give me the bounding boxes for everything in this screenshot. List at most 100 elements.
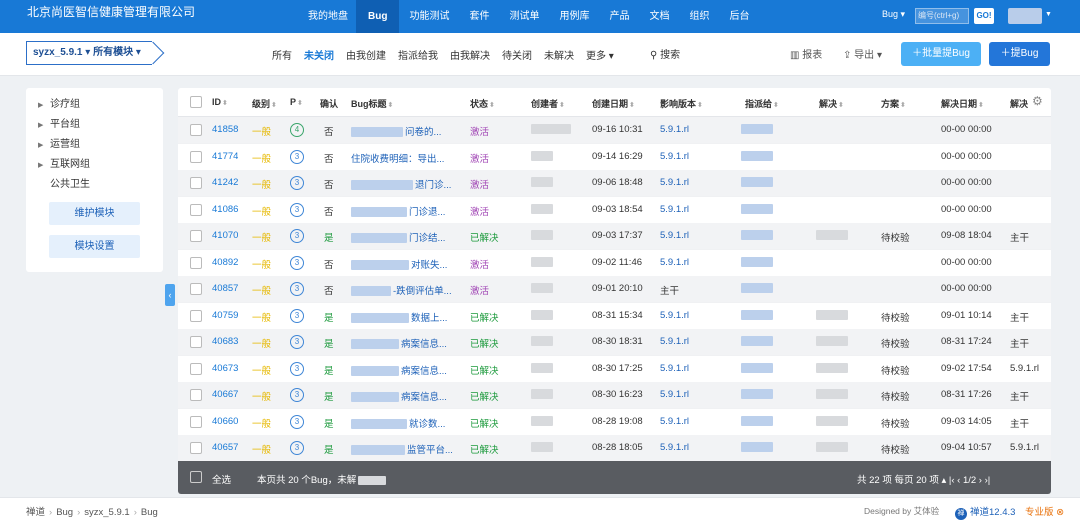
affected-version[interactable]: 5.9.1.rl (660, 151, 689, 162)
chevron-down-icon[interactable]: ▼ (1045, 11, 1052, 18)
assignee[interactable] (741, 415, 773, 427)
bug-id-link[interactable]: 40759 (212, 310, 238, 321)
assignee[interactable] (741, 150, 773, 162)
nav-item-4[interactable]: 测试单 (499, 0, 549, 33)
bug-title-link[interactable]: 病案信息... (351, 389, 457, 403)
select-all-label[interactable]: 全选 (212, 472, 231, 486)
breadcrumb-item[interactable]: Bug (56, 507, 73, 518)
bug-title-link[interactable]: 门诊结... (351, 230, 457, 244)
affected-version[interactable]: 5.9.1.rl (660, 177, 689, 188)
column-header-6[interactable]: 创建者⬍ (531, 97, 565, 110)
row-checkbox[interactable] (190, 203, 202, 216)
nav-item-9[interactable]: 后台 (719, 0, 759, 33)
assignee[interactable] (741, 124, 773, 135)
row-checkbox[interactable] (190, 177, 202, 189)
table-row[interactable]: 40683 一般 3 是 病案信息... 已解决 08-30 18:31 5.9.1.rl 待校… (178, 329, 1051, 356)
zentao-version[interactable]: 禅禅道12.4.3 (955, 504, 1015, 520)
filter-tab-0[interactable]: 所有 (272, 47, 292, 62)
filter-tab-2[interactable]: 由我创建 (346, 47, 386, 62)
search-button[interactable]: ⚲ 搜索 (650, 46, 680, 61)
column-header-1[interactable]: 级别⬍ (252, 97, 277, 110)
bug-title-link[interactable]: 问卷的... (351, 124, 457, 138)
affected-version[interactable]: 5.9.1.rl (660, 363, 689, 374)
table-row[interactable]: 40892 一般 3 否 对账失... 激活 09-02 11:46 5.9.1.rl 00-0… (178, 250, 1051, 277)
filter-tab-7[interactable]: 更多 ▾ (586, 47, 614, 62)
row-checkbox[interactable] (190, 336, 202, 348)
table-row[interactable]: 40759 一般 3 是 数据上... 已解决 08-31 15:34 5.9.1.rl 待校验… (178, 303, 1051, 330)
column-header-3[interactable]: 确认 (320, 97, 338, 110)
module-item[interactable]: ▶ 互联网组 (38, 158, 90, 178)
bug-title-link[interactable]: 住院收费明细：导出... (351, 151, 457, 165)
row-checkbox[interactable] (190, 362, 202, 375)
affected-version[interactable]: 5.9.1.rl (660, 442, 689, 453)
user-avatar[interactable] (1008, 8, 1042, 24)
table-row[interactable]: 41070 一般 3 是 门诊结... 已解决 09-03 17:37 5.9.1.rl 待校验… (178, 223, 1051, 250)
nav-item-5[interactable]: 用例库 (549, 0, 599, 33)
assignee[interactable] (741, 309, 773, 321)
bug-title-link[interactable]: 就诊数... (351, 416, 457, 430)
assignee[interactable] (741, 203, 773, 215)
export-button[interactable]: ⇪ 导出 ▾ (843, 46, 882, 61)
module-item[interactable]: 公共卫生 (38, 178, 90, 198)
maintain-module-button[interactable]: 维护模块 (49, 202, 140, 225)
row-checkbox[interactable] (190, 230, 202, 242)
column-header-0[interactable]: ID⬍ (212, 97, 228, 107)
bug-id-link[interactable]: 40892 (212, 257, 238, 268)
breadcrumb-item[interactable]: 禅道 (26, 507, 45, 518)
affected-version[interactable]: 5.9.1.rl (660, 416, 689, 427)
batch-add-bug-button[interactable]: ＋批量提Bug (901, 42, 981, 66)
table-row[interactable]: 40667 一般 3 是 病案信息... 已解决 08-30 16:23 5.9.1.rl 待校… (178, 382, 1051, 409)
add-bug-button[interactable]: ＋提Bug (989, 42, 1050, 66)
assignee[interactable] (741, 256, 773, 268)
affected-version[interactable]: 5.9.1.rl (660, 257, 689, 268)
row-checkbox[interactable] (190, 150, 202, 163)
table-row[interactable]: 40857 一般 3 否 -跌倒评估单... 激活 09-01 20:10 主干 00-00 0… (178, 276, 1051, 303)
search-type-select[interactable]: Bug ▾ (882, 9, 905, 24)
affected-version[interactable]: 5.9.1.rl (660, 230, 689, 241)
nav-item-2[interactable]: 功能测试 (399, 0, 459, 33)
bug-id-link[interactable]: 40683 (212, 336, 238, 347)
bug-id-link[interactable]: 40657 (212, 442, 238, 453)
module-item[interactable]: ▶ 诊疗组 (38, 98, 90, 118)
column-header-10[interactable]: 解决⬍ (819, 97, 844, 110)
select-all-checkbox-header[interactable] (190, 96, 202, 108)
affected-version[interactable]: 主干 (660, 283, 679, 297)
bug-title-link[interactable]: 退门诊... (351, 177, 457, 191)
filter-tab-6[interactable]: 未解决 (544, 47, 574, 62)
column-header-13[interactable]: 解决 (1010, 97, 1028, 110)
assignee[interactable] (741, 336, 773, 347)
affected-version[interactable]: 5.9.1.rl (660, 389, 689, 400)
nav-item-7[interactable]: 文档 (639, 0, 679, 33)
assignee[interactable] (741, 362, 773, 374)
row-checkbox[interactable] (190, 124, 202, 136)
affected-version[interactable]: 5.9.1.rl (660, 124, 689, 135)
edition-badge[interactable]: 专业版 ⊗ (1025, 504, 1064, 518)
gear-icon[interactable]: ⚙ (1032, 94, 1043, 108)
bug-id-link[interactable]: 40660 (212, 416, 238, 427)
breadcrumb-item[interactable]: syzx_5.9.1 (84, 507, 129, 518)
assignee[interactable] (741, 230, 773, 241)
row-checkbox[interactable] (190, 256, 202, 269)
breadcrumb-item[interactable]: Bug (141, 507, 158, 518)
affected-version[interactable]: 5.9.1.rl (660, 336, 689, 347)
bug-id-link[interactable]: 40667 (212, 389, 238, 400)
module-item[interactable]: ▶ 运营组 (38, 138, 90, 158)
go-button[interactable]: GO! (974, 8, 994, 24)
row-checkbox[interactable] (190, 415, 202, 428)
row-checkbox[interactable] (190, 442, 202, 454)
affected-version[interactable]: 5.9.1.rl (660, 310, 689, 321)
column-header-5[interactable]: 状态⬍ (470, 97, 495, 110)
assignee[interactable] (741, 389, 773, 400)
bug-id-link[interactable]: 40673 (212, 363, 238, 374)
pagination[interactable]: 共 22 项 每页 20 项 ▴ |‹ ‹ 1/2 › ›| (857, 472, 990, 486)
module-settings-button[interactable]: 模块设置 (49, 235, 140, 258)
collapse-sidebar-handle[interactable]: ‹ (165, 284, 175, 306)
bug-id-link[interactable]: 41086 (212, 204, 238, 215)
column-header-12[interactable]: 解决日期⬍ (941, 97, 984, 110)
bug-id-link[interactable]: 40857 (212, 283, 238, 294)
row-checkbox[interactable] (190, 283, 202, 295)
column-header-11[interactable]: 方案⬍ (881, 97, 906, 110)
bug-title-link[interactable]: 数据上... (351, 310, 457, 324)
nav-item-3[interactable]: 套件 (459, 0, 499, 33)
filter-tab-4[interactable]: 由我解决 (450, 47, 490, 62)
